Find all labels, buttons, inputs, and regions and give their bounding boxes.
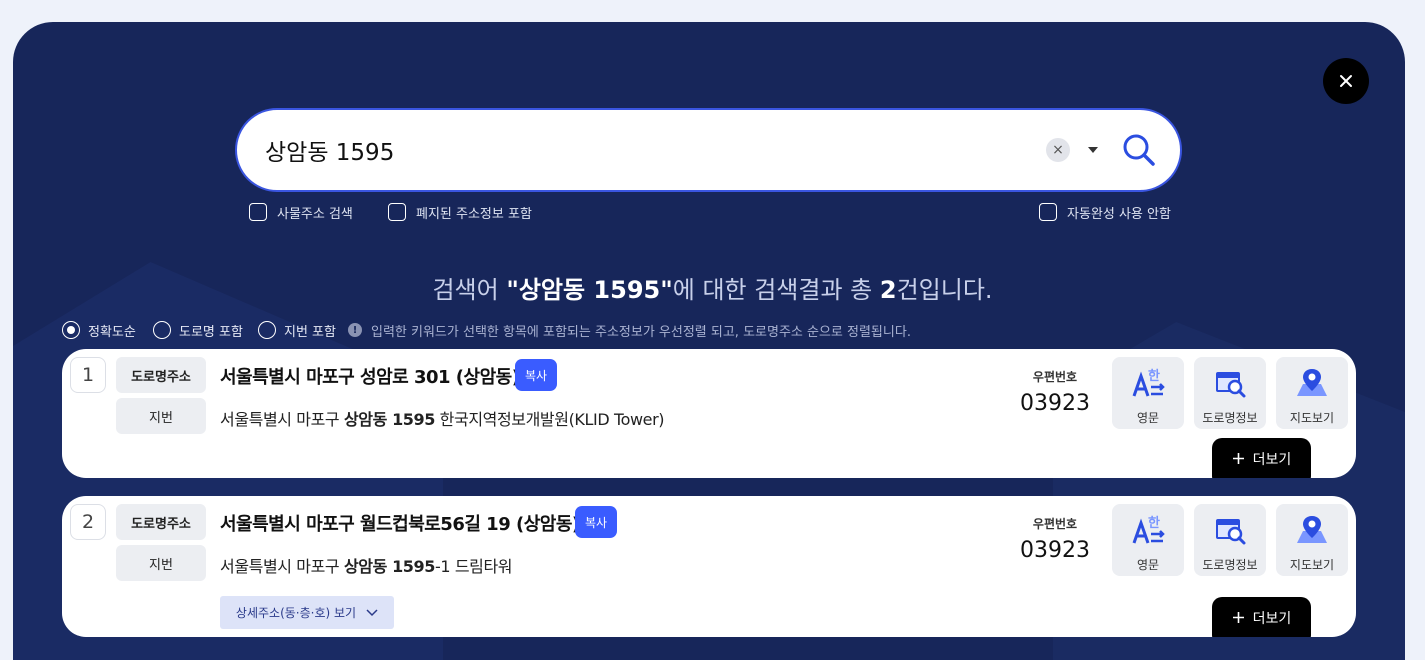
map-pin-icon bbox=[1297, 369, 1327, 396]
disable-autocomplete-option[interactable]: 자동완성 사용 안함 bbox=[1039, 202, 1171, 222]
svg-text:한: 한 bbox=[1148, 368, 1160, 384]
zip-label: 우편번호 bbox=[1032, 517, 1078, 531]
jibun-keyword: 상암동 1595 bbox=[343, 410, 435, 429]
include-abolished-label: 폐지된 주소정보 포함 bbox=[416, 206, 532, 222]
search-history-dropdown[interactable] bbox=[1083, 140, 1103, 160]
jibun-suffix: 한국지역정보개발원(KLID Tower) bbox=[435, 410, 665, 429]
english-translate-icon: 한 bbox=[1132, 515, 1165, 544]
detail-address-button[interactable]: 상세주소(동·층·호) 보기 bbox=[220, 596, 394, 629]
include-abolished-checkbox[interactable] bbox=[388, 203, 406, 221]
copy-button[interactable]: 복사 bbox=[575, 506, 617, 538]
english-address-button[interactable]: 한 영문 bbox=[1112, 504, 1184, 576]
road-address-tag: 도로명주소 bbox=[116, 504, 206, 540]
sort-jibun-label: 지번 포함 bbox=[284, 324, 336, 340]
copy-button[interactable]: 복사 bbox=[515, 359, 557, 391]
result-summary: 검색어 "상암동 1595"에 대한 검색결과 총 2건입니다. bbox=[0, 270, 1425, 305]
zip-label: 우편번호 bbox=[1032, 370, 1078, 384]
result-card: 2 도로명주소 지번 서울특별시 마포구 월드컵북로56길 19 (상암동) 복… bbox=[62, 496, 1356, 637]
summary-suffix: 건입니다. bbox=[896, 276, 993, 304]
map-label: 지도보기 bbox=[1289, 558, 1335, 572]
road-info-icon bbox=[1216, 519, 1246, 545]
road-info-button[interactable]: 도로명정보 bbox=[1194, 357, 1266, 429]
result-card: 1 도로명주소 지번 서울특별시 마포구 성암로 301 (상암동) 복사 서울… bbox=[62, 349, 1356, 478]
map-view-button[interactable]: 지도보기 bbox=[1276, 357, 1348, 429]
road-address: 서울특별시 마포구 성암로 301 (상암동) bbox=[220, 367, 520, 388]
sort-accuracy-label: 정확도순 bbox=[88, 324, 136, 340]
search-input[interactable] bbox=[265, 130, 1025, 170]
close-button[interactable] bbox=[1323, 58, 1369, 104]
summary-keyword: "상암동 1595" bbox=[506, 276, 673, 304]
close-icon bbox=[1340, 75, 1352, 87]
result-number: 2 bbox=[70, 504, 106, 540]
summary-count: 2 bbox=[879, 276, 897, 304]
english-label: 영문 bbox=[1136, 558, 1160, 572]
sort-road-name[interactable]: 도로명 포함 bbox=[153, 321, 243, 340]
disable-autocomplete-label: 자동완성 사용 안함 bbox=[1067, 206, 1171, 222]
info-icon: ! bbox=[348, 323, 362, 337]
sort-jibun[interactable]: 지번 포함 bbox=[258, 321, 336, 340]
map-pin-icon bbox=[1297, 516, 1327, 543]
disable-autocomplete-checkbox[interactable] bbox=[1039, 203, 1057, 221]
jibun-address: 서울특별시 마포구 상암동 1595-1 드림타워 bbox=[220, 553, 513, 577]
map-view-button[interactable]: 지도보기 bbox=[1276, 504, 1348, 576]
summary-prefix: 검색어 bbox=[432, 276, 507, 304]
sort-road-name-radio[interactable] bbox=[153, 321, 171, 339]
more-button[interactable]: 더보기 bbox=[1212, 597, 1311, 637]
sort-accuracy-radio[interactable] bbox=[62, 321, 80, 339]
english-label: 영문 bbox=[1136, 411, 1160, 425]
sort-accuracy[interactable]: 정확도순 bbox=[62, 321, 136, 340]
summary-middle: 에 대한 검색결과 총 bbox=[672, 276, 880, 304]
sort-note: ! 입력한 키워드가 선택한 항목에 포함되는 주소정보가 우선정렬 되고, 도… bbox=[348, 321, 911, 340]
zip-code: 03923 bbox=[1020, 391, 1090, 416]
plus-icon bbox=[1232, 612, 1244, 623]
road-address: 서울특별시 마포구 월드컵북로56길 19 (상암동) bbox=[220, 514, 580, 535]
result-number: 1 bbox=[70, 357, 106, 393]
search-button[interactable] bbox=[1121, 132, 1157, 168]
more-label: 더보기 bbox=[1252, 611, 1292, 627]
zip-code: 03923 bbox=[1020, 538, 1090, 563]
sort-note-text: 입력한 키워드가 선택한 항목에 포함되는 주소정보가 우선정렬 되고, 도로명… bbox=[371, 324, 911, 340]
clear-button[interactable]: × bbox=[1046, 138, 1070, 162]
building-search-checkbox[interactable] bbox=[249, 203, 267, 221]
svg-text:한: 한 bbox=[1148, 515, 1160, 531]
road-info-label: 도로명정보 bbox=[1202, 558, 1258, 572]
road-info-button[interactable]: 도로명정보 bbox=[1194, 504, 1266, 576]
jibun-prefix: 서울특별시 마포구 bbox=[220, 410, 344, 429]
sort-road-name-label: 도로명 포함 bbox=[179, 324, 243, 340]
jibun-keyword: 상암동 1595 bbox=[343, 557, 435, 576]
building-search-option[interactable]: 사물주소 검색 bbox=[249, 202, 353, 222]
clear-icon: × bbox=[1052, 142, 1064, 158]
jibun-address: 서울특별시 마포구 상암동 1595 한국지역정보개발원(KLID Tower) bbox=[220, 406, 665, 430]
road-info-icon bbox=[1216, 372, 1246, 398]
jibun-tag: 지번 bbox=[116, 398, 206, 434]
chevron-down-icon bbox=[366, 608, 378, 616]
sort-jibun-radio[interactable] bbox=[258, 321, 276, 339]
english-translate-icon: 한 bbox=[1132, 368, 1165, 397]
english-address-button[interactable]: 한 영문 bbox=[1112, 357, 1184, 429]
more-label: 더보기 bbox=[1252, 452, 1292, 468]
plus-icon bbox=[1232, 453, 1244, 464]
building-search-label: 사물주소 검색 bbox=[277, 206, 353, 222]
detail-label: 상세주소(동·층·호) 보기 bbox=[235, 606, 357, 620]
jibun-prefix: 서울특별시 마포구 bbox=[220, 557, 344, 576]
search-box: × bbox=[235, 108, 1182, 192]
jibun-suffix: -1 드림타워 bbox=[435, 557, 513, 576]
search-icon bbox=[1123, 134, 1155, 166]
map-label: 지도보기 bbox=[1289, 411, 1335, 425]
road-address-tag: 도로명주소 bbox=[116, 357, 206, 393]
caret-down-icon bbox=[1088, 147, 1098, 153]
road-info-label: 도로명정보 bbox=[1202, 411, 1258, 425]
more-button[interactable]: 더보기 bbox=[1212, 438, 1311, 478]
include-abolished-option[interactable]: 폐지된 주소정보 포함 bbox=[388, 202, 532, 222]
jibun-tag: 지번 bbox=[116, 545, 206, 581]
